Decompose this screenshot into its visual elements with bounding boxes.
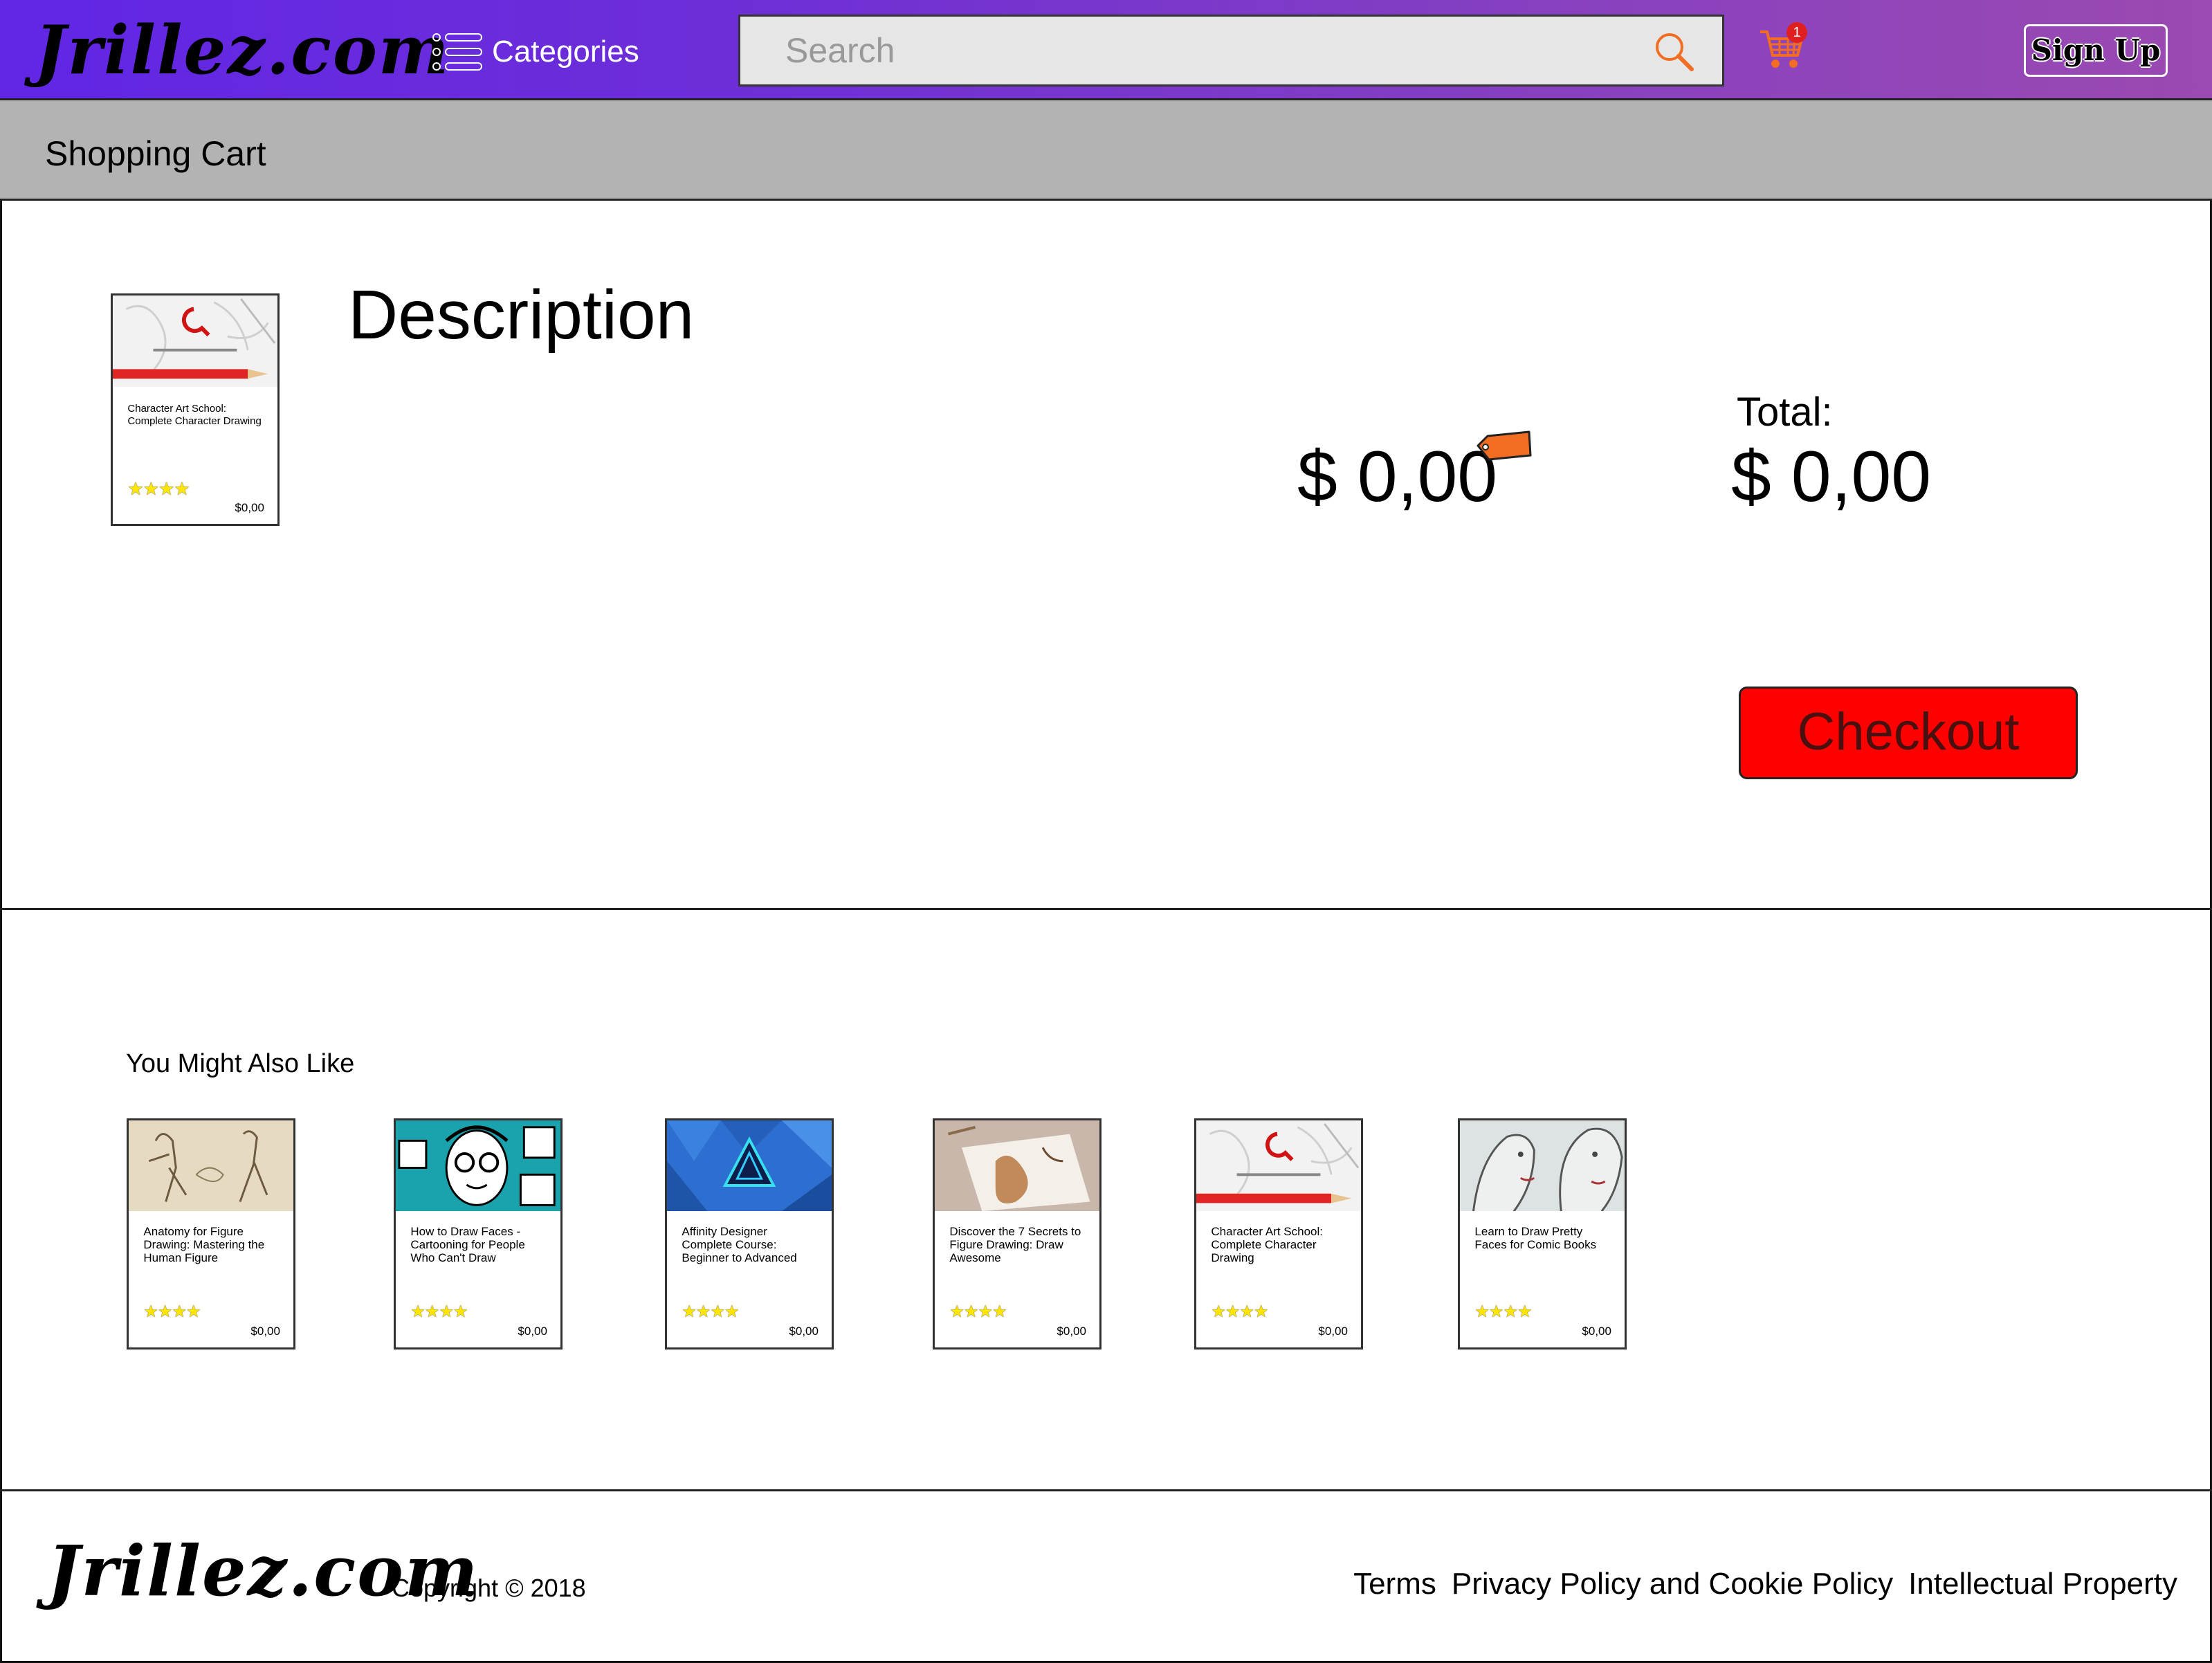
privacy-policy-link[interactable]: Privacy Policy and Cookie Policy (1452, 1567, 1893, 1601)
recommended-course-card[interactable]: Affinity Designer Complete Course: Begin… (665, 1118, 834, 1350)
star-rating: ★★★★ (949, 1302, 1007, 1322)
recommended-course-card[interactable]: Anatomy for Figure Drawing: Mastering th… (127, 1118, 295, 1350)
footer-links: Terms Privacy Policy and Cookie Policy I… (1353, 1567, 2177, 1601)
course-price: $0,00 (250, 1325, 280, 1338)
top-navbar: Jrillez.com Categories 1 Sign Up (0, 0, 2212, 100)
course-price: $0,00 (789, 1325, 819, 1338)
page-frame (0, 0, 2212, 1663)
course-title: Affinity Designer Complete Course: Begin… (682, 1224, 797, 1264)
copyright-text: Copyright © 2018 (392, 1574, 586, 1602)
star-rating: ★★★★ (410, 1302, 468, 1322)
course-thumbnail (396, 1120, 560, 1212)
star-rating: ★★★★ (1474, 1302, 1532, 1322)
recommended-course-card[interactable]: Learn to Draw Pretty Faces for Comic Boo… (1458, 1118, 1627, 1350)
checkout-button[interactable]: Checkout (1739, 687, 2078, 779)
section-divider (0, 908, 2212, 910)
course-thumbnail (129, 1120, 293, 1212)
course-price: $0,00 (1318, 1325, 1348, 1338)
site-logo[interactable]: Jrillez.com (35, 12, 450, 89)
course-title: Character Art School: Complete Character… (127, 403, 262, 428)
list-icon (432, 33, 482, 71)
course-title: How to Draw Faces - Cartooning for Peopl… (410, 1224, 525, 1264)
sign-up-button[interactable]: Sign Up (2024, 24, 2168, 77)
cart-item-card[interactable]: Character Art School: Complete Character… (111, 293, 280, 526)
star-rating: ★★★★ (127, 478, 190, 499)
categories-menu-button[interactable]: Categories (432, 30, 639, 73)
page-title-bar: Shopping Cart (0, 100, 2212, 201)
price-tag-icon (1477, 430, 1532, 461)
recommendations-heading: You Might Also Like (126, 1049, 355, 1078)
star-rating: ★★★★ (1211, 1302, 1268, 1322)
course-title: Character Art School: Complete Character… (1211, 1224, 1323, 1264)
recommended-course-card[interactable]: How to Draw Faces - Cartooning for Peopl… (394, 1118, 563, 1350)
item-price: $ 0,00 (1297, 437, 1498, 517)
page-title: Shopping Cart (45, 134, 266, 173)
categories-label: Categories (492, 35, 639, 69)
description-heading: Description (348, 276, 695, 354)
course-price: $0,00 (1057, 1325, 1086, 1338)
course-title: Learn to Draw Pretty Faces for Comic Boo… (1474, 1224, 1597, 1251)
recommended-course-card[interactable]: Character Art School: Complete Character… (1194, 1118, 1363, 1350)
course-thumbnail (935, 1120, 1099, 1212)
course-price: $0,00 (235, 501, 264, 514)
course-thumbnail (667, 1120, 832, 1212)
intellectual-property-link[interactable]: Intellectual Property (1908, 1567, 2177, 1601)
total-label: Total: (1737, 390, 1833, 435)
course-thumbnail (1196, 1120, 1361, 1212)
course-thumbnail (1460, 1120, 1625, 1212)
course-title: Anatomy for Figure Drawing: Mastering th… (143, 1224, 265, 1264)
course-thumbnail (113, 296, 277, 387)
footer-divider (0, 1489, 2212, 1491)
recommended-course-card[interactable]: Discover the 7 Secrets to Figure Drawing… (933, 1118, 1102, 1350)
star-rating: ★★★★ (143, 1302, 201, 1322)
search-icon[interactable] (1652, 29, 1696, 73)
search-input[interactable] (740, 17, 1640, 84)
total-value: $ 0,00 (1731, 437, 1932, 517)
course-price: $0,00 (1582, 1325, 1611, 1338)
star-rating: ★★★★ (682, 1302, 739, 1322)
course-price: $0,00 (518, 1325, 547, 1338)
cart-count-badge: 1 (1786, 22, 1807, 43)
course-title: Discover the 7 Secrets to Figure Drawing… (949, 1224, 1081, 1264)
terms-link[interactable]: Terms (1353, 1567, 1436, 1601)
search-bar[interactable] (738, 15, 1724, 87)
